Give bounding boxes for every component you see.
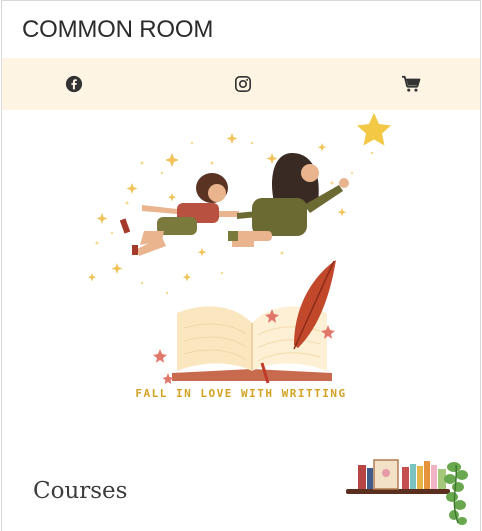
hero-illustration [87,113,391,384]
page: COMMON ROOM FALL IN LOVE WITH WRITTING C… [1,0,481,531]
social-icon-bar [2,58,480,110]
instagram-icon[interactable] [233,74,253,94]
cart-icon[interactable] [401,74,421,94]
bookshelf-illustration [346,459,468,525]
hero-caption: FALL IN LOVE WITH WRITTING [135,387,347,400]
site-title-link[interactable]: COMMON ROOM [22,16,213,44]
facebook-icon[interactable] [64,74,84,94]
site-header: COMMON ROOM [2,1,480,58]
courses-section-title: Courses [33,478,128,505]
